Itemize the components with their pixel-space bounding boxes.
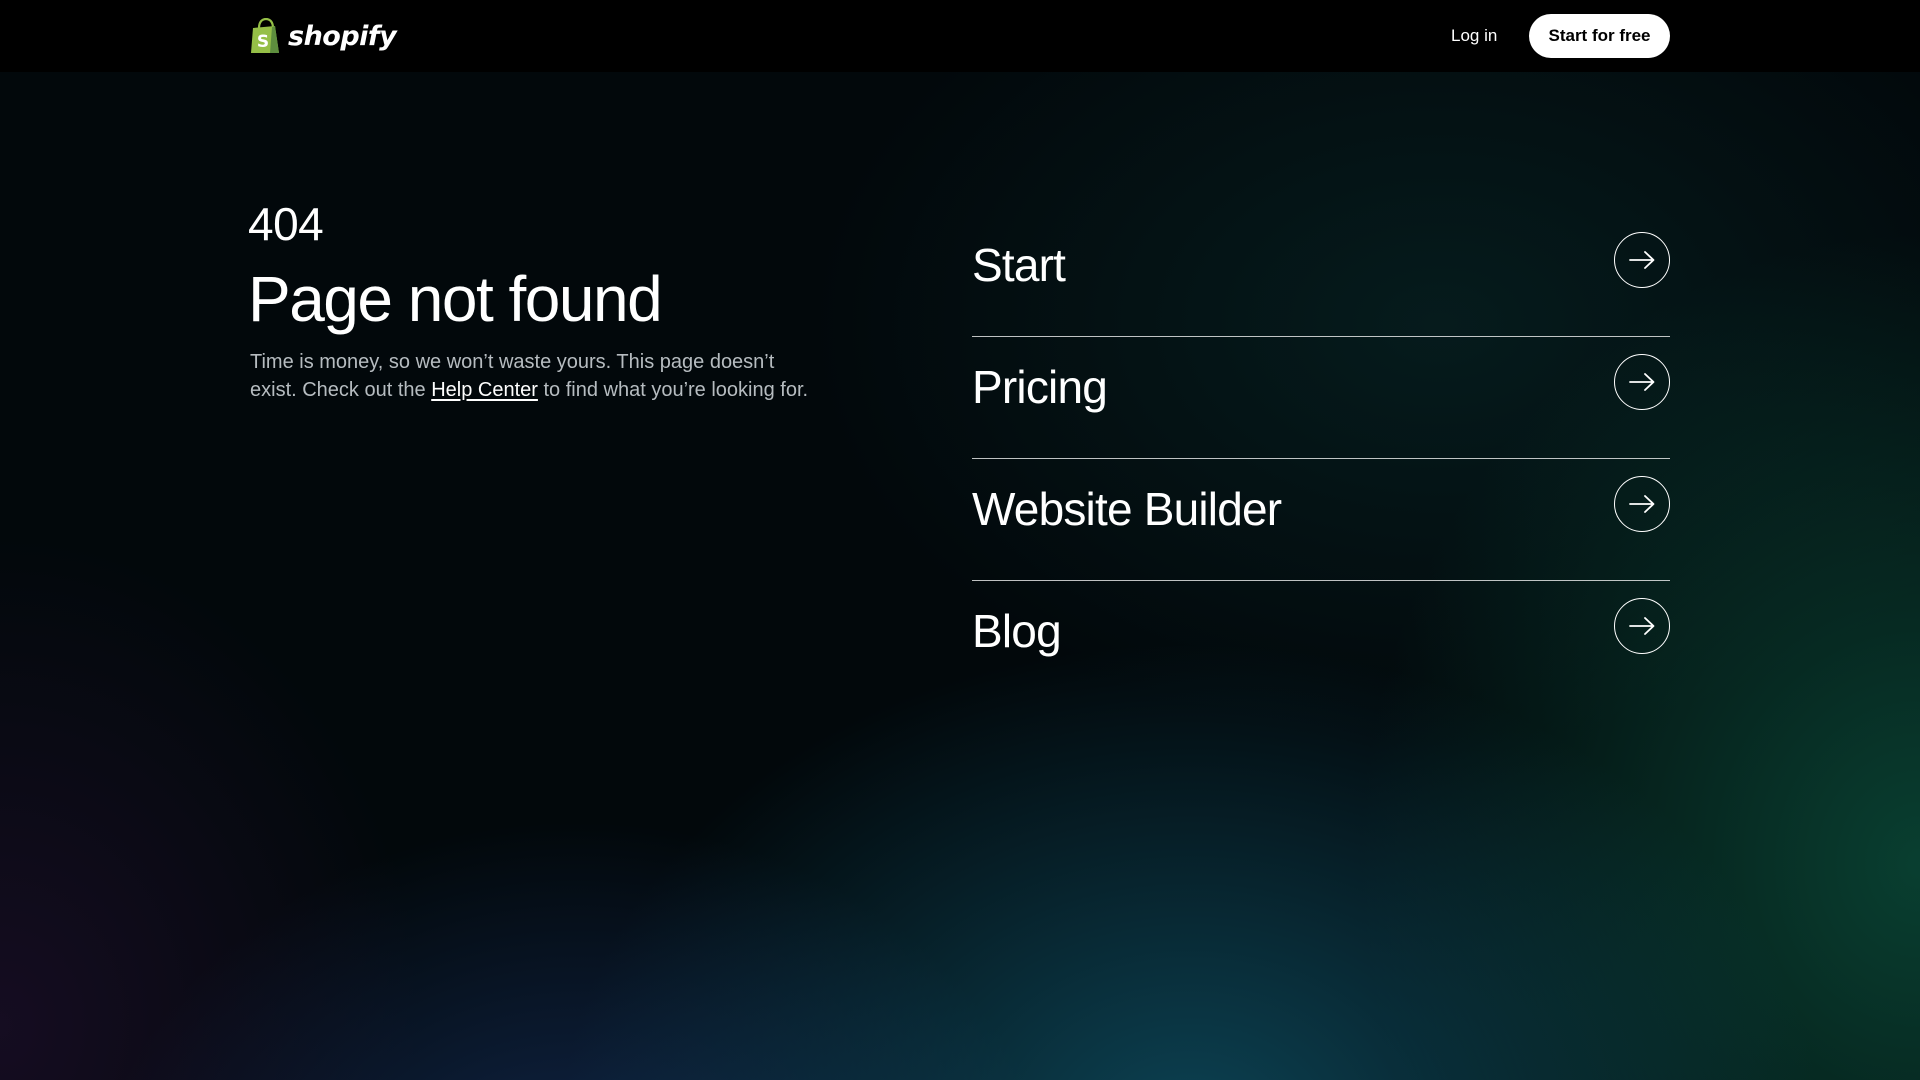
link-pricing[interactable]: Pricing	[972, 337, 1670, 459]
help-center-link[interactable]: Help Center	[431, 379, 538, 401]
error-code: 404	[248, 198, 324, 250]
svg-text:S: S	[257, 32, 269, 52]
log-in-link[interactable]: Log in	[1451, 25, 1497, 47]
link-label: Website Builder	[972, 483, 1282, 535]
description-text-after: to find what you’re looking for.	[537, 379, 809, 401]
link-label: Start	[972, 239, 1066, 291]
link-start[interactable]: Start	[972, 215, 1670, 337]
page-title: Page not found	[248, 263, 663, 335]
arrow-right-icon[interactable]	[1614, 598, 1670, 654]
shopify-logo[interactable]: S shopify	[250, 18, 397, 54]
error-description: Time is money, so we won’t waste yours. …	[250, 348, 810, 404]
link-label: Blog	[972, 605, 1062, 657]
shopping-bag-icon: S	[251, 18, 279, 53]
suggested-links: Start Pricing Website Builder Blog	[972, 215, 1670, 702]
arrow-right-icon[interactable]	[1614, 232, 1670, 288]
arrow-right-icon[interactable]	[1614, 354, 1670, 410]
arrow-right-icon[interactable]	[1614, 476, 1670, 532]
logo-wordmark: shopify	[288, 20, 397, 52]
link-label: Pricing	[972, 361, 1108, 413]
start-for-free-button[interactable]: Start for free	[1529, 14, 1670, 58]
link-blog[interactable]: Blog	[972, 581, 1670, 702]
top-navigation-bar: S shopify Log in Start for free	[0, 0, 1920, 72]
link-website-builder[interactable]: Website Builder	[972, 459, 1670, 581]
